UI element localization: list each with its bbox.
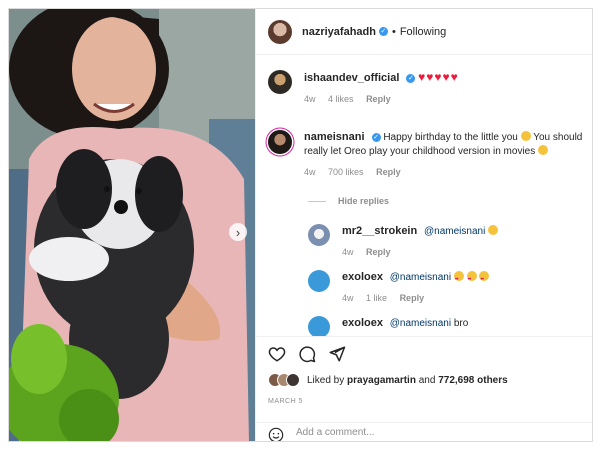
- comment-item: ishaandev_official ✓ ♥♥♥♥♥ 4w 4 likes Rep…: [268, 70, 459, 106]
- verified-icon: ✓: [406, 74, 416, 83]
- action-bar: [268, 345, 358, 363]
- comment-text-part1: Happy birthday to the little you: [383, 132, 518, 143]
- hide-replies-button[interactable]: Hide replies: [308, 196, 389, 206]
- reply-username[interactable]: exoloex: [342, 317, 383, 329]
- reply-item: mr2__strokein @nameisnani 4w Reply: [308, 224, 499, 259]
- likes-joiner: and: [418, 374, 436, 386]
- post-photo[interactable]: ›: [9, 9, 255, 441]
- comment-item: nameisnani ✓ Happy birthday to the little…: [268, 130, 583, 179]
- verified-icon: ✓: [378, 27, 388, 36]
- reply-body: exoloex @nameisnani bro: [342, 316, 468, 336]
- likes-count[interactable]: 772,698 others: [438, 375, 508, 386]
- heart-eyes-emoji: [453, 271, 464, 286]
- liker-avatars[interactable]: [268, 373, 300, 387]
- comment-body: nameisnani ✓ Happy birthday to the little…: [304, 130, 583, 179]
- reply-time: 4w: [342, 293, 354, 303]
- replier-avatar[interactable]: [308, 224, 330, 246]
- add-comment-input[interactable]: [296, 427, 546, 438]
- heart-eyes-emoji: [479, 271, 490, 286]
- hide-replies-label: Hide replies: [338, 196, 390, 206]
- commenter-avatar[interactable]: [268, 130, 292, 154]
- reply-body: exoloex @nameisnani 4w 1 like Reply: [342, 270, 490, 305]
- commenter-avatar[interactable]: [268, 70, 292, 94]
- section-divider: [256, 336, 592, 337]
- heart-icon[interactable]: [268, 345, 286, 363]
- smiling-face-emoji: [520, 131, 531, 141]
- comment-likes[interactable]: 4 likes: [328, 94, 354, 104]
- emoji-icon[interactable]: [268, 427, 284, 442]
- reply-button[interactable]: Reply: [366, 94, 391, 104]
- comment-time: 4w: [304, 94, 316, 104]
- liked-by-prefix: Liked by: [307, 374, 345, 386]
- reply-mention[interactable]: @nameisnani: [424, 226, 485, 237]
- reply-username[interactable]: mr2__strokein: [342, 225, 417, 237]
- post-details-panel: nazriyafahadh ✓ • Following ishaandev_of…: [255, 9, 592, 442]
- comment-time: 4w: [304, 167, 316, 177]
- post-date[interactable]: MARCH 5: [268, 398, 303, 405]
- likes-summary: Liked by prayagamartin and 772,698 other…: [268, 373, 508, 387]
- reply-item: exoloex @nameisnani 4w 1 like Reply: [308, 270, 490, 305]
- post-header: nazriyafahadh ✓ • Following: [256, 9, 592, 55]
- heart-eyes-emoji: [466, 271, 477, 286]
- reply-mention[interactable]: @nameisnani: [390, 272, 451, 283]
- reply-item: exoloex @nameisnani bro: [308, 316, 468, 336]
- share-icon[interactable]: [328, 345, 346, 363]
- comment-meta: 4w 4 likes Reply: [304, 92, 459, 106]
- reply-meta: 4w 1 like Reply: [342, 291, 489, 305]
- photo-illustration: [9, 9, 255, 441]
- reply-text: bro: [453, 318, 469, 329]
- comment-body: ishaandev_official ✓ ♥♥♥♥♥ 4w 4 likes Rep…: [304, 70, 459, 106]
- verified-icon: ✓: [371, 133, 381, 142]
- replier-avatar[interactable]: [308, 270, 330, 292]
- liker-username[interactable]: prayagamartin: [347, 375, 416, 386]
- reply-button[interactable]: Reply: [400, 293, 425, 303]
- grinning-face-emoji: [538, 145, 549, 155]
- reply-meta: 4w Reply: [342, 245, 498, 259]
- next-photo-button[interactable]: ›: [229, 223, 247, 241]
- reply-button[interactable]: Reply: [376, 167, 401, 177]
- liker-avatar: [286, 373, 300, 387]
- reply-username[interactable]: exoloex: [342, 271, 383, 283]
- comment-username[interactable]: nameisnani: [304, 131, 365, 143]
- reply-time: 4w: [342, 247, 354, 257]
- following-button[interactable]: Following: [400, 26, 446, 38]
- comment-icon[interactable]: [298, 345, 316, 363]
- laughing-emoji: [488, 225, 499, 235]
- author-avatar[interactable]: [268, 19, 292, 44]
- comment-likes[interactable]: 700 likes: [328, 167, 364, 177]
- replier-avatar[interactable]: [308, 316, 330, 336]
- reply-button[interactable]: Reply: [366, 247, 391, 257]
- post-window: › nazriyafahadh ✓ • Following ishaandev_…: [8, 8, 593, 442]
- chevron-right-icon: ›: [235, 224, 241, 240]
- divider-line: [308, 200, 326, 202]
- separator-dot: •: [391, 25, 396, 38]
- add-comment-bar: [256, 422, 592, 442]
- reply-mention[interactable]: @nameisnani: [390, 318, 451, 329]
- comment-meta: 4w 700 likes Reply: [304, 165, 583, 179]
- author-username[interactable]: nazriyafahadh: [302, 26, 376, 38]
- heart-emojis: ♥♥♥♥♥: [418, 70, 459, 84]
- reply-likes[interactable]: 1 like: [366, 293, 387, 303]
- comment-username[interactable]: ishaandev_official: [304, 72, 399, 84]
- comments-list[interactable]: ishaandev_official ✓ ♥♥♥♥♥ 4w 4 likes Rep…: [256, 56, 592, 336]
- reply-body: mr2__strokein @nameisnani 4w Reply: [342, 224, 499, 259]
